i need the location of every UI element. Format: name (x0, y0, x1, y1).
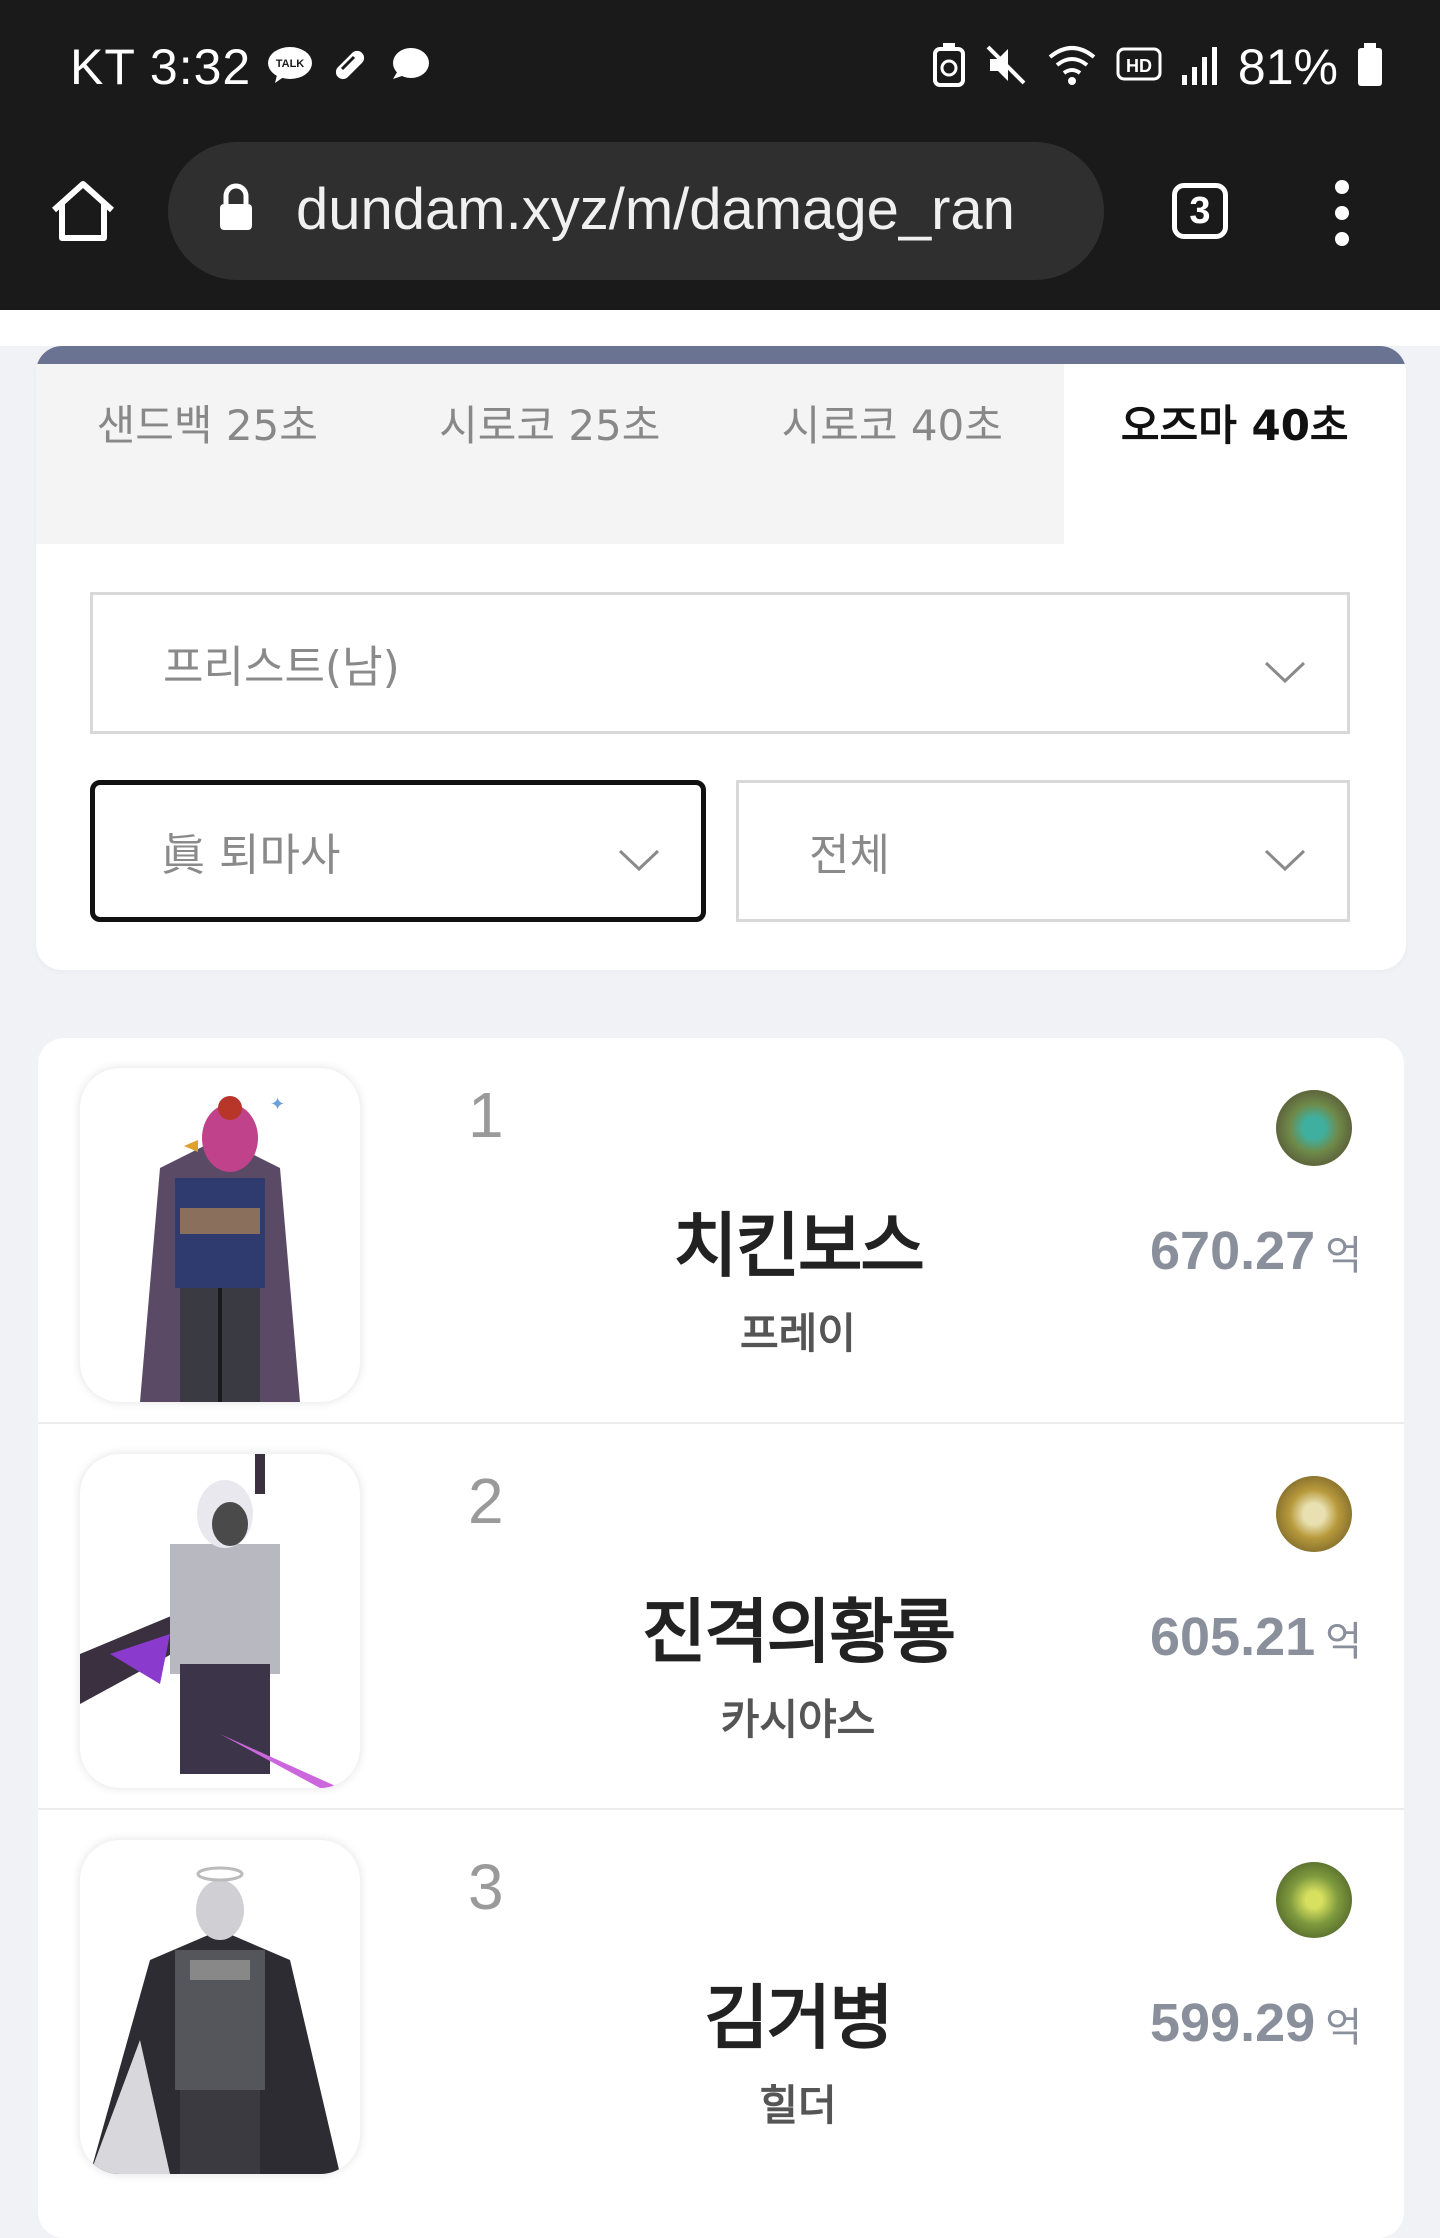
battery-saver-icon (932, 43, 966, 91)
hd-icon: HD (1116, 45, 1162, 89)
tab-siroco-25[interactable]: 시로코 25초 (378, 364, 721, 544)
signal-icon (1180, 43, 1220, 91)
browser-toolbar: dundam.xyz/m/damage_ran 3 (0, 140, 1440, 310)
rank-number: 2 (468, 1465, 504, 1537)
character-server: 프레이 (740, 1309, 856, 1358)
battery-percent: 81% (1237, 39, 1338, 95)
character-avatar (80, 1840, 360, 2174)
advancement-select[interactable]: 眞 퇴마사 (90, 780, 706, 922)
mute-icon (984, 43, 1028, 91)
wifi-icon (1046, 43, 1098, 91)
damage-unit: 억 (1325, 1619, 1362, 1665)
tab-sandbag-25[interactable]: 샌드백 25초 (36, 364, 379, 544)
filter-card: 샌드백 25초 시로코 25초 시로코 40초 오즈마 40초 프리스트(남) … (36, 346, 1406, 970)
address-bar[interactable]: dundam.xyz/m/damage_ran (168, 142, 1104, 280)
rank-number: 1 (468, 1079, 504, 1151)
character-server: 카시야스 (720, 1695, 876, 1744)
talk-badge-text: TALK (276, 58, 305, 70)
svg-text:✦: ✦ (270, 1094, 285, 1115)
home-icon (48, 181, 118, 248)
ranking-row[interactable]: ✦ 1 치킨보스 프레이 670.27 억 (38, 1038, 1404, 1424)
status-bar: KT 3:32 TALK HD 81% (0, 0, 1440, 140)
damage-number: 605.21 (1150, 1607, 1316, 1667)
chevron-down-icon (1263, 835, 1307, 886)
character-avatar: ✦ (80, 1068, 360, 1402)
character-avatar (80, 1454, 360, 1788)
menu-dot (1335, 232, 1349, 246)
menu-dot (1335, 206, 1349, 220)
scope-select-value: 전체 (809, 830, 890, 881)
chat-bubble-icon (387, 45, 431, 89)
status-time: KT 3:32 (70, 39, 252, 95)
pill-icon (329, 44, 371, 90)
medal-icon (1276, 1862, 1352, 1938)
battery-icon (1356, 43, 1384, 91)
page-top-strip (0, 310, 1440, 346)
tab-ozma-40[interactable]: 오즈마 40초 (1063, 364, 1406, 544)
ranking-row[interactable]: 3 김거병 힐더 599.29 억 (38, 1810, 1404, 2194)
character-name: 진격의황룡 (642, 1591, 956, 1673)
card-accent-bar (36, 346, 1406, 364)
menu-dot (1335, 180, 1349, 194)
chevron-down-icon (617, 835, 661, 886)
damage-value: 670.27 억 (1150, 1220, 1362, 1282)
home-button[interactable] (48, 180, 118, 248)
damage-unit: 억 (1325, 1233, 1362, 1279)
medal-icon (1276, 1476, 1352, 1552)
ranking-list: ✦ 1 치킨보스 프레이 670.27 억 2 진격의황룡 카시야스 605.2… (38, 1038, 1404, 2238)
tab-siroco-40[interactable]: 시로코 40초 (721, 364, 1064, 544)
damage-number: 599.29 (1150, 1993, 1316, 2053)
lock-icon (216, 182, 256, 238)
scope-select[interactable]: 전체 (736, 780, 1350, 922)
character-name: 치킨보스 (673, 1205, 925, 1287)
medal-icon (1276, 1090, 1352, 1166)
ranking-row[interactable]: 2 진격의황룡 카시야스 605.21 억 (38, 1424, 1404, 1810)
class-select[interactable]: 프리스트(남) (90, 592, 1350, 734)
damage-unit: 억 (1325, 2005, 1362, 2051)
character-name: 김거병 (704, 1977, 893, 2059)
hd-badge-text: HD (1126, 56, 1152, 76)
boss-tabs: 샌드백 25초 시로코 25초 시로코 40초 오즈마 40초 (36, 364, 1406, 544)
damage-value: 599.29 억 (1150, 1992, 1362, 2054)
chevron-down-icon (1263, 647, 1307, 698)
kakaotalk-icon: TALK (267, 45, 313, 89)
class-select-value: 프리스트(남) (163, 642, 400, 693)
overflow-menu-button[interactable] (1330, 180, 1354, 250)
tab-switcher-button[interactable]: 3 (1172, 183, 1228, 239)
damage-number: 670.27 (1150, 1221, 1316, 1281)
damage-value: 605.21 억 (1150, 1606, 1362, 1668)
advancement-select-value: 眞 퇴마사 (161, 830, 341, 881)
character-server: 힐더 (759, 2081, 837, 2130)
rank-number: 3 (468, 1851, 504, 1923)
url-text: dundam.xyz/m/damage_ran (296, 177, 1015, 242)
